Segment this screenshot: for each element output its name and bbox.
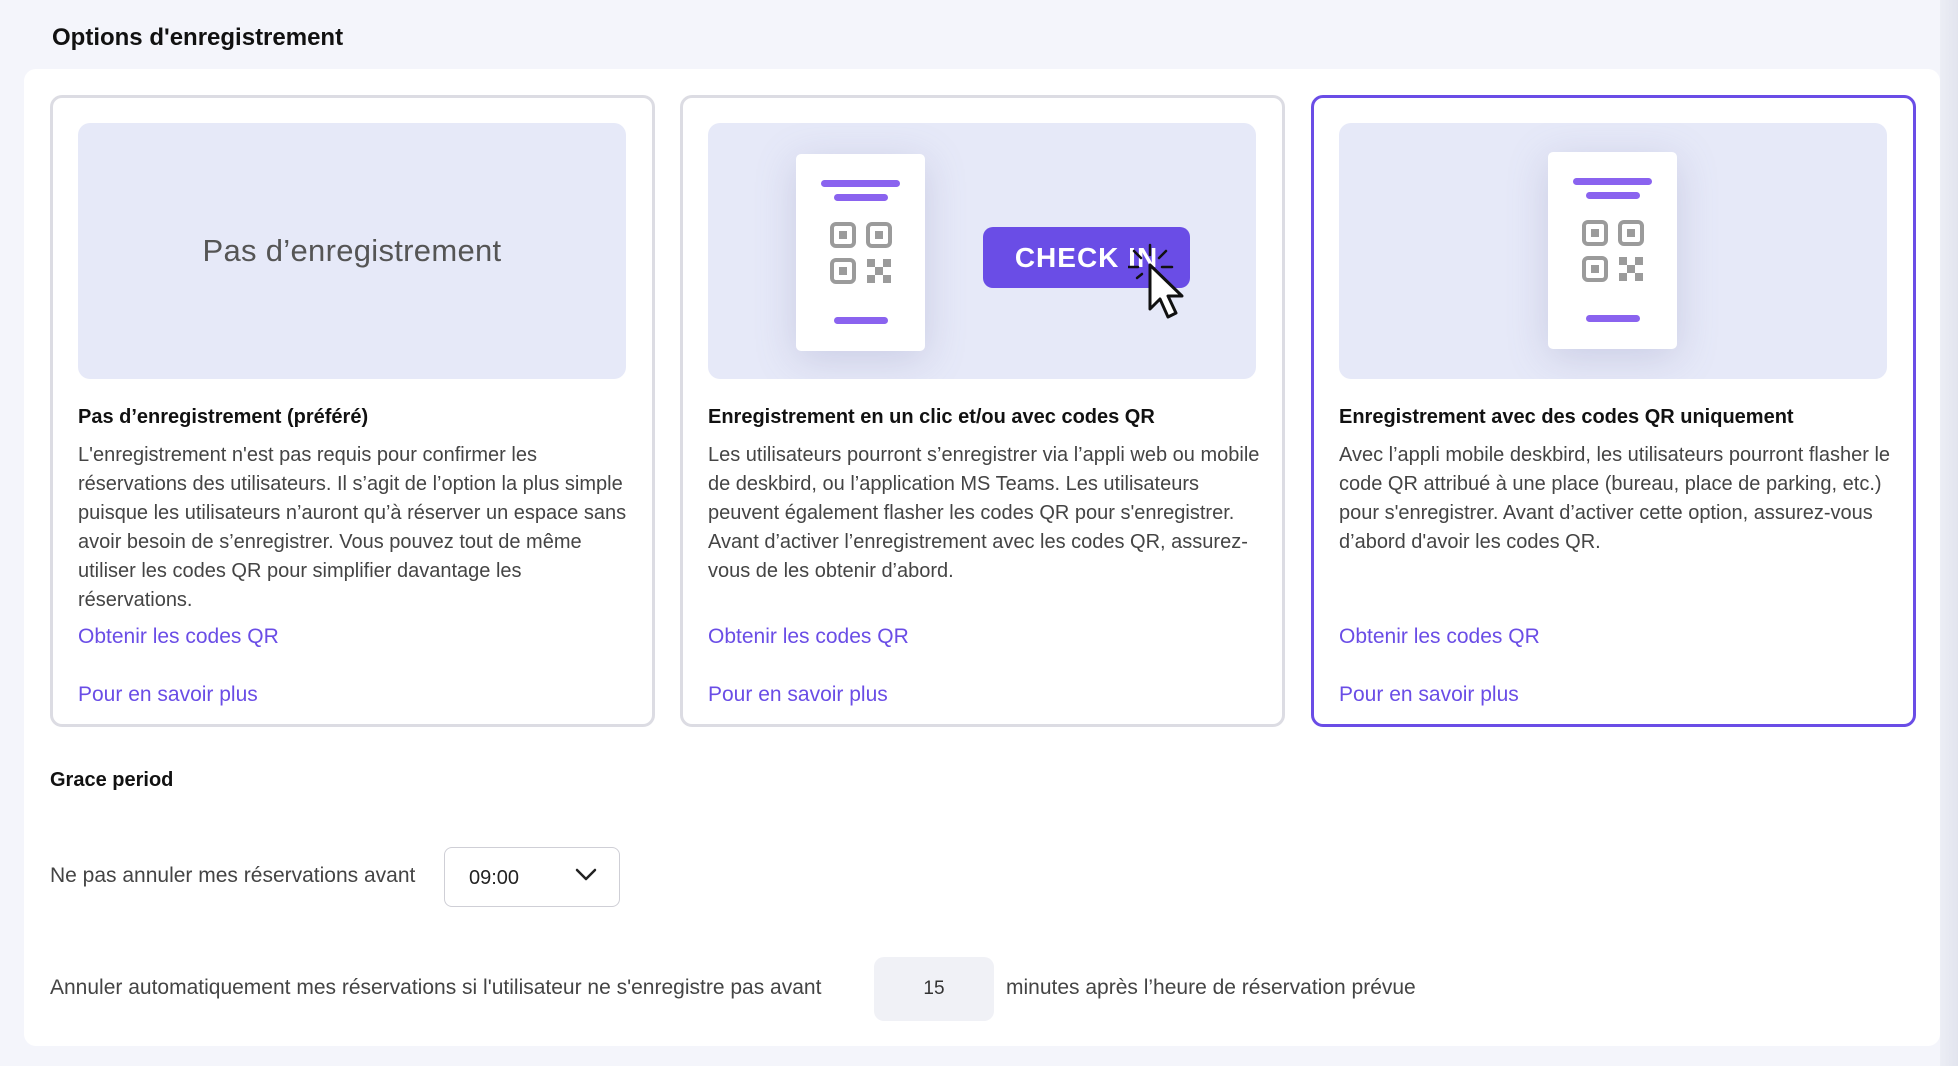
card-description: Les utilisateurs pourront s’enregistrer … bbox=[708, 444, 1260, 582]
cursor-click-icon bbox=[1128, 243, 1184, 319]
illustration-label: Pas d’enregistrement bbox=[202, 233, 502, 268]
cancel-before-label: Ne pas annuler mes réservations avant bbox=[50, 864, 416, 887]
check-in-options: Pas d’enregistrement Pas d’enregistremen… bbox=[50, 95, 1916, 727]
grace-period-title: Grace period bbox=[50, 769, 174, 791]
card-title: Pas d’enregistrement (préféré) bbox=[78, 406, 369, 428]
get-qr-codes-link[interactable]: Obtenir les codes QR bbox=[1339, 625, 1540, 649]
time-select-value: 09:00 bbox=[469, 867, 520, 889]
auto-cancel-label: Annuler automatiquement mes réservations… bbox=[50, 976, 822, 999]
qr-code-icon bbox=[1582, 220, 1644, 282]
option-card-no-checkin[interactable]: Pas d’enregistrement Pas d’enregistremen… bbox=[50, 95, 655, 727]
phone-illustration bbox=[796, 154, 925, 351]
scrollbar-track[interactable] bbox=[1940, 0, 1958, 1066]
illustration bbox=[1339, 123, 1887, 379]
chevron-down-icon bbox=[575, 868, 597, 881]
minutes-suffix-label: minutes après l’heure de réservation pré… bbox=[1006, 976, 1416, 999]
learn-more-link[interactable]: Pour en savoir plus bbox=[708, 683, 888, 707]
time-select[interactable]: 09:00 bbox=[444, 847, 620, 907]
learn-more-link[interactable]: Pour en savoir plus bbox=[78, 683, 258, 707]
card-title: Enregistrement avec des codes QR uniquem… bbox=[1339, 406, 1794, 428]
qr-code-icon bbox=[830, 222, 892, 284]
minutes-input[interactable] bbox=[874, 957, 994, 1021]
card-title: Enregistrement en un clic et/ou avec cod… bbox=[708, 406, 1155, 428]
illustration: Pas d’enregistrement bbox=[78, 123, 626, 379]
option-card-qr-only[interactable]: Enregistrement avec des codes QR uniquem… bbox=[1311, 95, 1916, 727]
get-qr-codes-link[interactable]: Obtenir les codes QR bbox=[708, 625, 909, 649]
card-description: Avec l’appli mobile deskbird, les utilis… bbox=[1339, 444, 1891, 553]
page-title: Options d'enregistrement bbox=[52, 24, 344, 51]
learn-more-link[interactable]: Pour en savoir plus bbox=[1339, 683, 1519, 707]
card-description: L'enregistrement n'est pas requis pour c… bbox=[78, 444, 627, 611]
phone-illustration bbox=[1548, 152, 1677, 349]
get-qr-codes-link[interactable]: Obtenir les codes QR bbox=[78, 625, 279, 649]
illustration: CHECK IN bbox=[708, 123, 1256, 379]
option-card-one-click-qr[interactable]: CHECK IN Enregistrement en un clic et/ou… bbox=[680, 95, 1285, 727]
